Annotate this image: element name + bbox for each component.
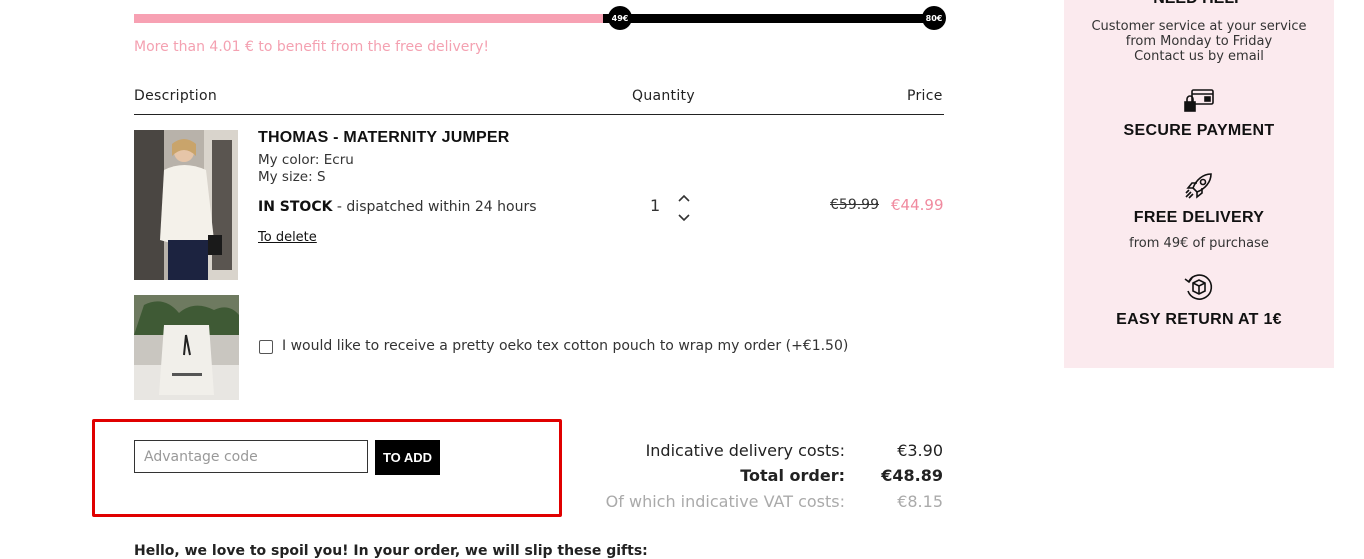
free-delivery-message: More than 4.01 € to benefit from the fre… — [134, 39, 489, 55]
contact-email-line[interactable]: Contact us by email — [1064, 49, 1334, 64]
product-size: My size: S — [258, 169, 326, 185]
vat-value: €8.15 — [897, 492, 943, 511]
chevron-up-icon[interactable] — [676, 190, 692, 202]
pouch-checkbox[interactable] — [259, 340, 273, 354]
progress-fill — [134, 14, 603, 23]
free-delivery-title: FREE DELIVERY — [1133, 209, 1265, 226]
advantage-code-input[interactable] — [134, 440, 368, 473]
vat-label: Of which indicative VAT costs: — [605, 492, 845, 511]
header-divider — [134, 114, 944, 115]
product-image[interactable] — [134, 130, 238, 280]
delete-link[interactable]: To delete — [258, 230, 317, 245]
milestone-49: 49€ — [608, 6, 632, 30]
customer-service-line-1: Customer service at your service — [1091, 19, 1307, 34]
price-original: €59.99 — [830, 197, 879, 213]
header-description: Description — [134, 88, 218, 104]
secure-payment-title: SECURE PAYMENT — [1123, 122, 1275, 139]
total-order-label: Total order: — [740, 466, 845, 485]
product-color: My color: Ecru — [258, 152, 354, 168]
stock-label: IN STOCK — [258, 199, 333, 215]
add-code-button[interactable]: TO ADD — [375, 440, 440, 475]
product-name[interactable]: THOMAS - MATERNITY JUMPER — [258, 129, 510, 147]
gifts-message: Hello, we love to spoil you! In your ord… — [134, 543, 648, 559]
easy-return-title: EASY RETURN AT 1€ — [1116, 311, 1282, 328]
stock-status: IN STOCK - dispatched within 24 hours — [258, 199, 537, 215]
delivery-cost-value: €3.90 — [897, 441, 943, 460]
pouch-image — [134, 295, 239, 400]
milestone-80: 80€ — [922, 6, 946, 30]
customer-service-line-2: from Monday to Friday — [1125, 34, 1273, 49]
pouch-option-label[interactable]: I would like to receive a pretty oeko te… — [282, 338, 848, 354]
delivery-cost-label: Indicative delivery costs: — [645, 441, 845, 460]
stock-note: - dispatched within 24 hours — [336, 199, 537, 215]
return-box-icon — [1183, 271, 1215, 303]
rocket-icon — [1183, 170, 1215, 202]
card-lock-icon — [1183, 84, 1215, 116]
total-order-value: €48.89 — [881, 466, 943, 485]
free-delivery-subtitle: from 49€ of purchase — [1129, 236, 1269, 251]
panel-heading: NEED HELP — [1064, 0, 1334, 8]
header-price: Price — [907, 88, 943, 104]
quantity-value: 1 — [650, 196, 661, 215]
header-quantity: Quantity — [632, 88, 695, 104]
chevron-down-icon[interactable] — [676, 208, 692, 222]
price-discounted: €44.99 — [891, 196, 944, 214]
